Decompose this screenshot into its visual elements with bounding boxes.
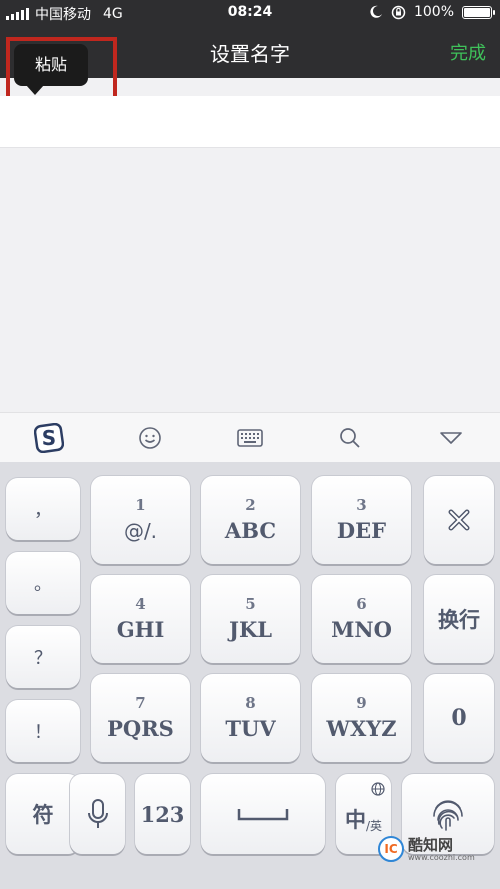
- voice-key[interactable]: [70, 774, 125, 854]
- key-8[interactable]: 8 TUV: [201, 674, 300, 762]
- comma-label: ，: [34, 500, 52, 521]
- collapse-icon[interactable]: [435, 423, 467, 453]
- lang-main-label: 中: [344, 808, 366, 832]
- key-3[interactable]: 3 DEF: [312, 476, 411, 564]
- key-5-num: 5: [245, 595, 256, 613]
- zero-label: 0: [451, 705, 467, 731]
- key-9[interactable]: 9 WXYZ: [312, 674, 411, 762]
- svg-text:S: S: [42, 426, 56, 450]
- fingerprint-icon: [433, 800, 463, 831]
- key-7[interactable]: 7 PQRS: [91, 674, 190, 762]
- globe-icon: [371, 782, 385, 796]
- watermark-logo-icon: IC: [378, 836, 404, 862]
- watermark: IC 酷知网 www.coozhi.com: [378, 836, 475, 862]
- watermark-name: 酷知网: [408, 835, 454, 854]
- key-2[interactable]: 2 ABC: [201, 476, 300, 564]
- delete-icon: [448, 509, 470, 531]
- name-input[interactable]: [0, 96, 500, 148]
- key-2-num: 2: [245, 496, 256, 514]
- key-1-num: 1: [135, 496, 146, 514]
- key-6-num: 6: [356, 595, 367, 613]
- key-3-letters: DEF: [336, 518, 387, 543]
- microphone-icon: [87, 799, 108, 828]
- moon-icon: [370, 5, 382, 18]
- key-4[interactable]: 4 GHI: [91, 575, 190, 663]
- key-1[interactable]: 1 @/.: [91, 476, 190, 564]
- zero-key[interactable]: 0: [424, 674, 494, 762]
- key-8-letters: TUV: [225, 716, 276, 741]
- comma-key[interactable]: ，: [6, 478, 80, 540]
- key-6[interactable]: 6 MNO: [312, 575, 411, 663]
- status-bar: 中国移动 4G 08:24 100%: [0, 0, 500, 26]
- exclamation-key[interactable]: ！: [6, 700, 80, 762]
- delete-key[interactable]: [424, 476, 494, 564]
- space-key[interactable]: [201, 774, 325, 854]
- key-4-num: 4: [135, 595, 146, 613]
- status-right: 100%: [369, 4, 495, 20]
- num-123-label: 123: [140, 801, 185, 827]
- symbol-label: 符: [32, 803, 54, 827]
- exclamation-label: ！: [34, 722, 52, 743]
- battery-icon: [462, 5, 495, 19]
- sogou-logo-icon[interactable]: S: [33, 423, 65, 453]
- emoji-icon[interactable]: [134, 423, 166, 453]
- key-2-letters: ABC: [224, 518, 277, 543]
- orientation-lock-icon: [391, 5, 406, 19]
- keyboard-toolbar: S: [0, 412, 500, 462]
- key-7-num: 7: [135, 694, 146, 712]
- period-key[interactable]: 。: [6, 552, 80, 614]
- watermark-url: www.coozhi.com: [408, 852, 475, 862]
- keyboard-icon[interactable]: [234, 423, 266, 453]
- question-key[interactable]: ？: [6, 626, 80, 688]
- key-3-num: 3: [356, 496, 367, 514]
- done-button[interactable]: 完成: [450, 39, 486, 65]
- key-7-letters: PQRS: [107, 716, 174, 741]
- key-9-num: 9: [356, 694, 367, 712]
- period-label: 。: [34, 574, 52, 595]
- battery-percent: 100%: [413, 4, 454, 20]
- num-123-key[interactable]: 123: [135, 774, 190, 854]
- lang-sub-label: /英: [365, 819, 383, 833]
- key-1-letters: @/.: [123, 519, 158, 543]
- key-6-letters: MNO: [331, 617, 392, 642]
- enter-label: 换行: [438, 608, 480, 632]
- symbol-key[interactable]: 符: [6, 774, 80, 854]
- question-label: ？: [34, 648, 52, 669]
- enter-key[interactable]: 换行: [424, 575, 494, 663]
- key-4-letters: GHI: [116, 617, 165, 642]
- search-icon[interactable]: [334, 423, 366, 453]
- key-8-num: 8: [245, 694, 256, 712]
- key-9-letters: WXYZ: [326, 716, 397, 741]
- space-icon: [237, 809, 289, 821]
- key-5[interactable]: 5 JKL: [201, 575, 300, 663]
- key-5-letters: JKL: [229, 617, 272, 642]
